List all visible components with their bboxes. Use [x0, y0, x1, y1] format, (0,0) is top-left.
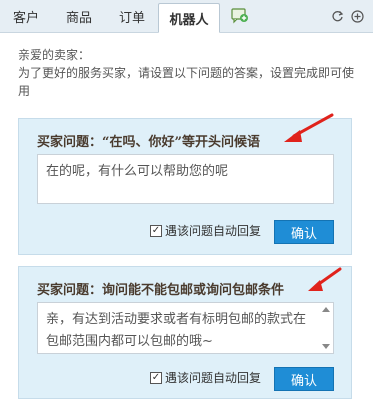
answer-text: 亲，有达到活动要求或者有标明包邮的款式在包邮范围内都可以包邮的哦~: [46, 312, 307, 349]
answer-scrollbar[interactable]: [321, 305, 331, 351]
answer-input[interactable]: 亲，有达到活动要求或者有标明包邮的款式在包邮范围内都可以包邮的哦~: [37, 302, 334, 354]
auto-reply-option[interactable]: ✓ 遇该问题自动回复: [150, 222, 261, 239]
auto-reply-label: 遇该问题自动回复: [165, 371, 262, 385]
red-arrow-annotation: [284, 113, 334, 142]
tab-robot[interactable]: 机器人: [158, 3, 220, 33]
scroll-down-icon[interactable]: [322, 344, 330, 349]
tab-customers[interactable]: 客户: [0, 0, 52, 33]
tab-products[interactable]: 商品: [52, 0, 106, 33]
add-button[interactable]: [349, 8, 365, 24]
auto-reply-checkbox[interactable]: ✓: [150, 224, 162, 237]
auto-reply-label: 遇该问题自动回复: [165, 224, 262, 238]
refresh-button[interactable]: [329, 8, 345, 24]
auto-reply-option[interactable]: ✓ 遇该问题自动回复: [150, 369, 261, 386]
question-title: 买家问题：询问能不能包邮或询问包邮条件: [37, 283, 285, 298]
tab-bar: 客户 商品 订单 机器人: [0, 0, 373, 33]
confirm-button[interactable]: 确认: [274, 220, 334, 244]
tab-orders[interactable]: 订单: [106, 0, 158, 33]
intro-instruction: 为了更好的服务买家，请设置以下问题的答案，设置完成即可使用: [18, 66, 355, 98]
intro-greeting: 亲爱的卖家：: [18, 48, 91, 62]
red-arrow-annotation: [308, 267, 342, 291]
auto-reply-checkbox[interactable]: ✓: [150, 371, 162, 384]
add-icon: [350, 9, 364, 23]
scroll-up-icon[interactable]: [322, 307, 330, 312]
chat-plus-tab[interactable]: [220, 0, 260, 32]
refresh-icon: [331, 10, 343, 21]
chat-plus-icon: [231, 8, 248, 24]
intro-text: 亲爱的卖家： 为了更好的服务买家，请设置以下问题的答案，设置完成即可使用: [18, 46, 358, 100]
answer-input[interactable]: 在的呢，有什么可以帮助您的呢: [37, 154, 334, 204]
question-panel-shipping: 买家问题：询问能不能包邮或询问包邮条件 亲，有达到活动要求或者有标明包邮的款式在…: [18, 266, 352, 399]
confirm-button[interactable]: 确认: [274, 367, 334, 391]
question-title: 买家问题：“在吗、你好”等开头问候语: [37, 135, 260, 150]
